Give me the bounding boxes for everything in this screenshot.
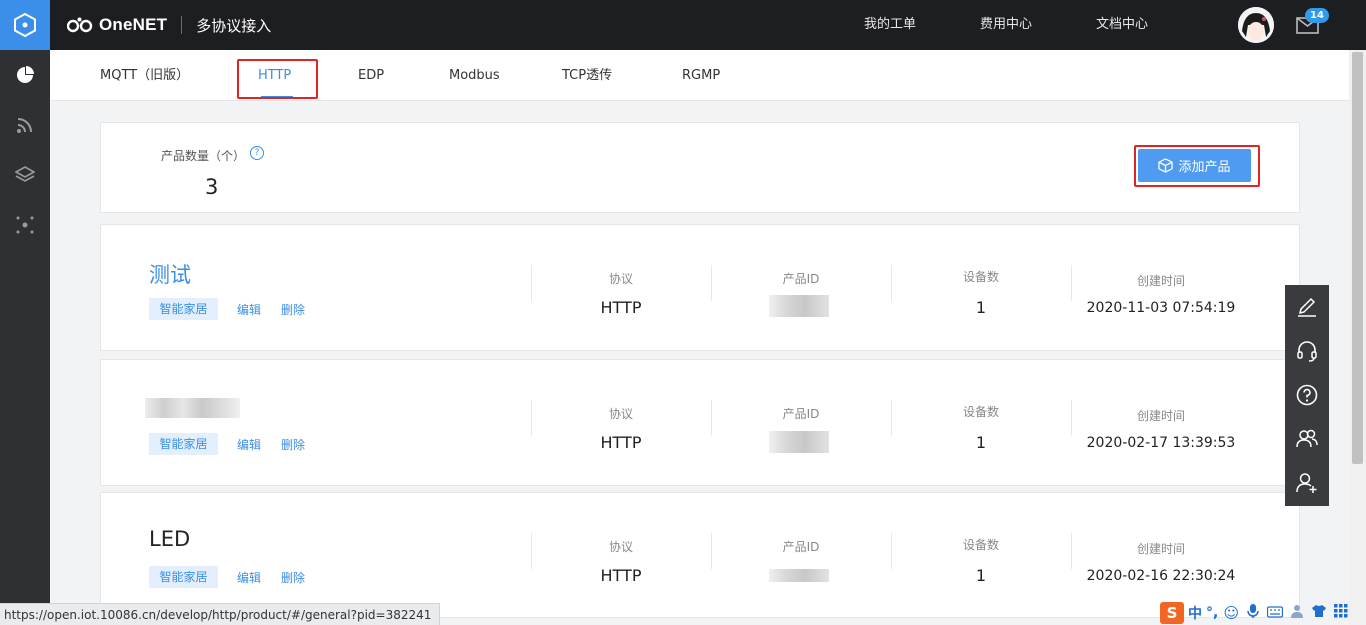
category-tag: 智能家居 [149,566,218,588]
layers-icon[interactable] [0,150,50,200]
product-id-label: 产品ID [782,540,820,554]
help-icon[interactable] [1285,373,1329,417]
delete-link[interactable]: 删除 [281,436,305,453]
protocol-value: HTTP [600,433,642,452]
top-bar: OneNET 多协议接入 我的工单 费用中心 文档中心 14 [50,0,1366,50]
pie-chart-icon[interactable] [0,50,50,100]
toolbox-grid-icon[interactable] [1332,603,1350,622]
column-divider [711,265,712,301]
device-count-value: 1 [975,566,987,585]
add-user-icon[interactable] [1285,461,1329,505]
column-divider [1071,265,1072,301]
delete-link[interactable]: 删除 [281,301,305,318]
help-circle-icon[interactable]: ? [250,146,264,160]
column-divider [531,533,532,569]
created-time-value: 2020-11-03 07:54:19 [1086,300,1236,316]
device-count-label: 设备数 [962,270,999,284]
product-card[interactable]: 测试 智能家居 编辑 删除 协议 HTTP 产品ID 设备数 1 创建时间 20… [100,224,1300,351]
product-name-redacted[interactable] [145,398,240,418]
tab-edp[interactable]: EDP [358,50,384,100]
column-divider [531,400,532,436]
product-card[interactable]: LED 智能家居 编辑 删除 协议 HTTP 产品ID 设备数 1 创建时间 2… [100,492,1300,618]
brand-divider [181,16,183,34]
protocol-label: 协议 [608,272,633,286]
created-time-label: 创建时间 [1136,274,1185,288]
created-time-label: 创建时间 [1136,542,1185,556]
edit-link[interactable]: 编辑 [237,436,261,453]
device-count-label: 设备数 [962,405,999,419]
product-id-label: 产品ID [782,272,820,286]
floating-toolbar [1285,285,1329,506]
product-id-label: 产品ID [782,407,820,421]
column-divider [711,533,712,569]
brand-name: OneNET [99,15,168,34]
protocol-label: 协议 [608,407,633,421]
keyboard-icon[interactable] [1266,604,1284,622]
protocol-value: HTTP [600,566,642,585]
user-icon[interactable] [1288,604,1306,622]
category-tag: 智能家居 [149,298,218,320]
skin-shirt-icon[interactable] [1310,604,1328,622]
category-tag: 智能家居 [149,433,218,455]
product-card[interactable]: 智能家居 编辑 删除 协议 HTTP 产品ID 设备数 1 创建时间 2020-… [100,359,1300,486]
edit-link[interactable]: 编辑 [237,301,261,318]
product-name[interactable]: LED [149,527,190,551]
hexagon-logo-icon[interactable] [0,0,50,50]
created-time-value: 2020-02-17 13:39:53 [1086,435,1236,451]
product-id-redacted [769,569,829,582]
cluster-icon[interactable] [0,200,50,250]
product-count-label: 产品数量（个） [161,149,246,163]
protocol-value: HTTP [600,298,642,317]
product-id-redacted [769,295,829,317]
edit-icon[interactable] [1285,285,1329,329]
created-time-value: 2020-02-16 22:30:24 [1086,568,1236,584]
edit-link[interactable]: 编辑 [237,569,261,586]
device-count-value: 1 [975,433,987,452]
avatar[interactable] [1238,7,1274,43]
headset-icon[interactable] [1285,329,1329,373]
nav-billing-center[interactable]: 费用中心 [980,0,1032,50]
ime-toolbar: S 中 °, ☺ [1160,600,1350,625]
mail-count-badge: 14 [1305,8,1329,23]
sogou-logo-icon[interactable]: S [1160,601,1184,624]
column-divider [891,265,892,301]
product-id-redacted [769,431,829,453]
column-divider [891,533,892,569]
tab-tcp-passthrough[interactable]: TCP透传 [562,50,612,100]
signal-icon[interactable] [0,100,50,150]
ime-mode-chinese[interactable]: 中 [1188,603,1202,623]
ime-punctuation[interactable]: °, [1206,605,1218,621]
users-icon[interactable] [1285,417,1329,461]
product-name[interactable]: 测试 [149,259,191,289]
column-divider [1071,400,1072,436]
highlight-box-http-tab [237,59,318,99]
highlight-box-add-product [1134,145,1260,187]
status-bar-url: https://open.iot.10086.cn/develop/http/p… [0,603,441,625]
tab-mqtt-legacy[interactable]: MQTT（旧版） [100,50,189,100]
microphone-icon[interactable] [1244,603,1262,623]
protocol-label: 协议 [608,540,633,554]
nav-my-tickets[interactable]: 我的工单 [864,0,916,50]
product-summary-card: 产品数量（个） ? 3 添加产品 [100,122,1300,213]
emoji-icon[interactable]: ☺ [1222,604,1240,622]
device-count-label: 设备数 [962,538,999,552]
section-title: 多协议接入 [196,16,272,35]
product-count-value: 3 [205,175,219,199]
column-divider [531,265,532,301]
column-divider [891,400,892,436]
column-divider [711,400,712,436]
device-count-value: 1 [975,298,987,317]
scrollbar-thumb[interactable] [1352,52,1363,464]
tab-rgmp[interactable]: RGMP [682,50,720,100]
column-divider [1071,533,1072,569]
left-rail [0,0,50,625]
brand[interactable]: OneNET 多协议接入 [67,0,271,50]
nav-docs-center[interactable]: 文档中心 [1096,0,1148,50]
delete-link[interactable]: 删除 [281,569,305,586]
created-time-label: 创建时间 [1136,409,1185,423]
tab-modbus[interactable]: Modbus [449,50,500,100]
onenet-logo-icon [67,17,93,33]
